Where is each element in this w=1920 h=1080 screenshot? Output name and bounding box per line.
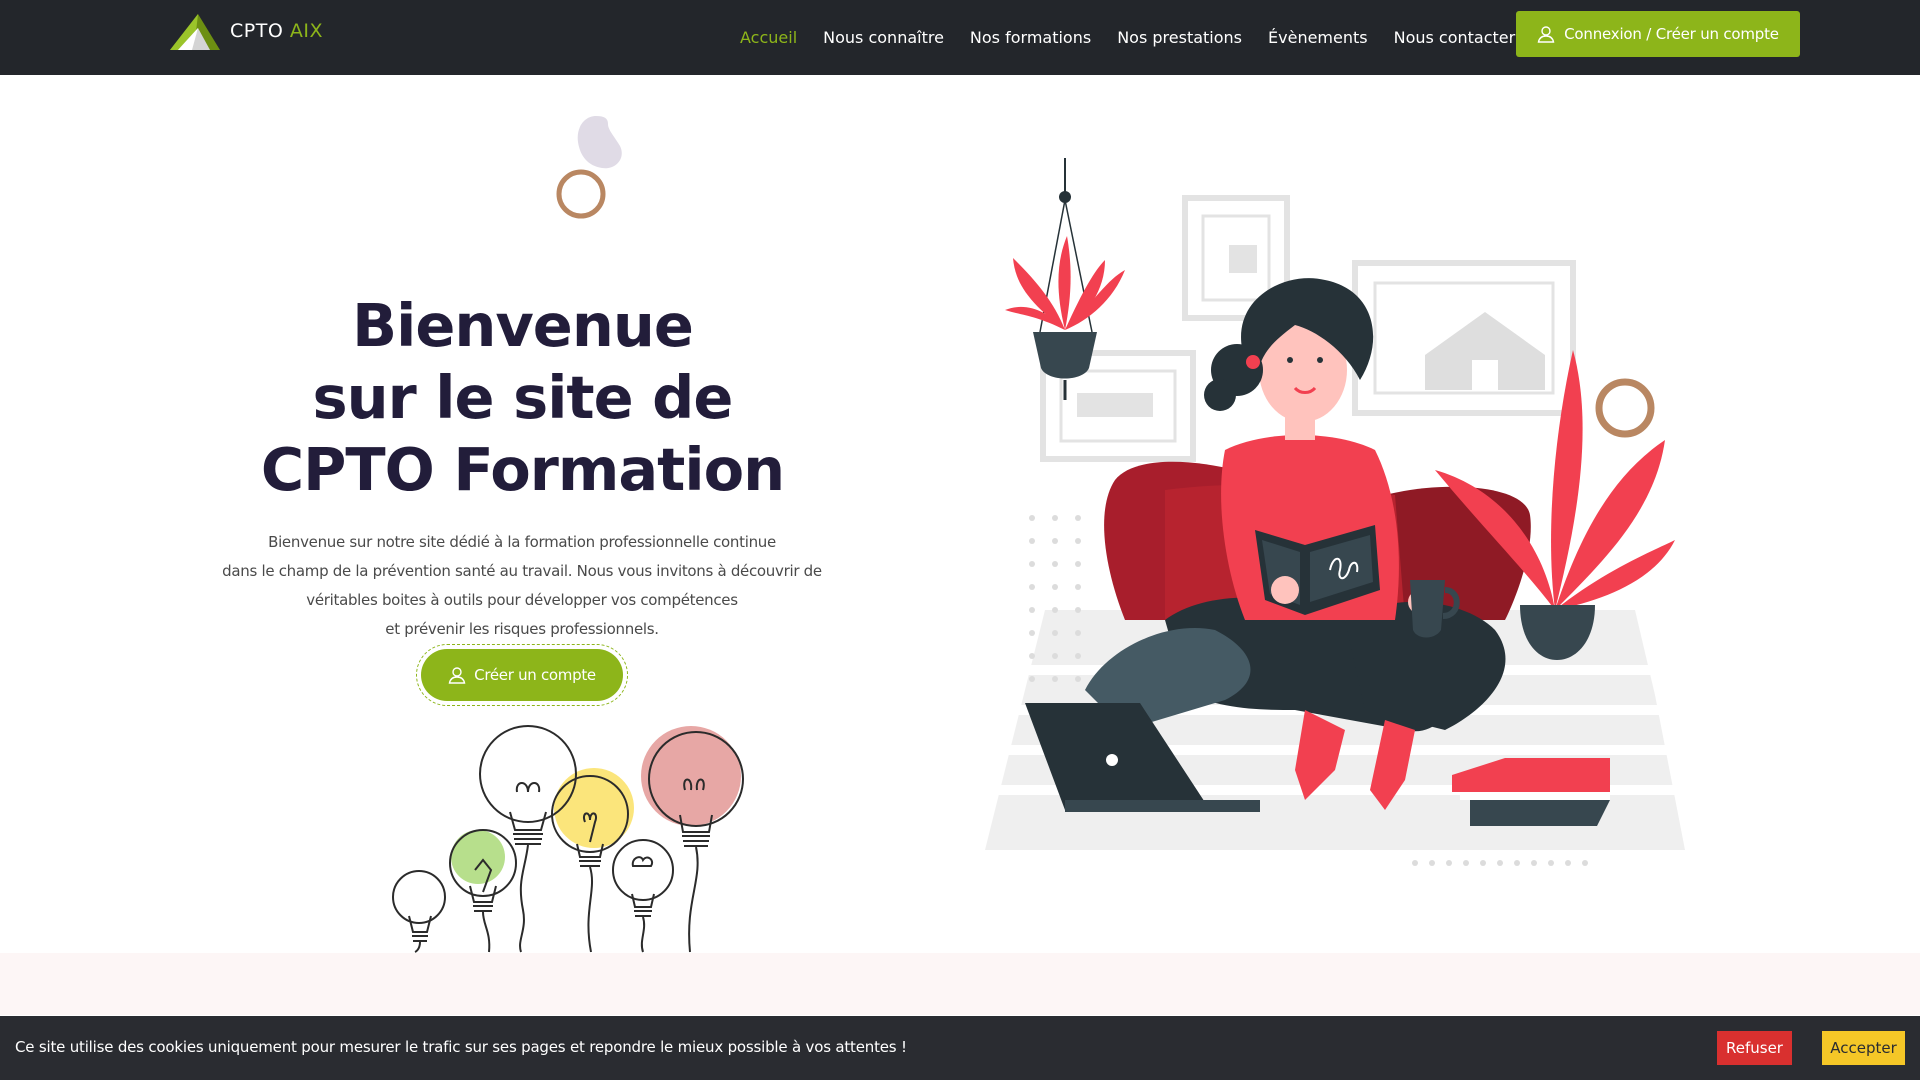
login-button[interactable]: Connexion / Créer un compte: [1516, 11, 1800, 57]
page-title: Bienvenue sur le site de CPTO Formation: [230, 290, 815, 506]
nav-item-evenements[interactable]: Évènements: [1268, 28, 1368, 47]
nav-item-nos-formations[interactable]: Nos formations: [970, 28, 1091, 47]
next-section-band: [0, 953, 1920, 1015]
decorative-shapes: [556, 116, 622, 219]
hero-description-line-1: Bienvenue sur notre site dédié à la form…: [268, 533, 776, 551]
woman-reading-illustration: [985, 158, 1685, 866]
page-title-line-1: Bienvenue: [352, 291, 694, 360]
logo-text-accent: AIX: [289, 20, 323, 42]
page-title-line-3: CPTO Formation: [260, 435, 785, 504]
create-account-button[interactable]: Créer un compte: [421, 649, 623, 701]
hero-description: Bienvenue sur notre site dédié à la form…: [222, 528, 822, 644]
create-account-button-label: Créer un compte: [474, 666, 596, 684]
login-button-label: Connexion / Créer un compte: [1564, 25, 1779, 43]
nav-item-nos-prestations[interactable]: Nos prestations: [1117, 28, 1242, 47]
accept-cookies-button[interactable]: Accepter: [1822, 1031, 1905, 1065]
logo-text-main: CPTO: [230, 20, 284, 42]
nav-item-nous-connaitre[interactable]: Nous connaître: [823, 28, 944, 47]
site-header: CPTO AIX Accueil Nous connaître Nos form…: [0, 0, 1920, 75]
user-icon: [448, 667, 466, 684]
nav-item-accueil[interactable]: Accueil: [740, 28, 797, 47]
cookie-consent-text: Ce site utilise des cookies uniquement p…: [15, 1038, 907, 1056]
main-nav: Accueil Nous connaître Nos formations No…: [740, 0, 1541, 75]
cookie-consent-bar: Ce site utilise des cookies uniquement p…: [0, 1016, 1920, 1080]
hero-description-line-2: dans le champ de la prévention santé au …: [222, 562, 822, 580]
page-title-line-2: sur le site de: [312, 363, 734, 432]
user-icon: [1537, 26, 1555, 43]
site-logo[interactable]: CPTO AIX: [168, 9, 323, 53]
lightbulbs-illustration: [392, 725, 744, 953]
refuse-cookies-button[interactable]: Refuser: [1717, 1031, 1792, 1065]
logo-mountain-icon: [170, 14, 220, 50]
nav-item-nous-contacter[interactable]: Nous contacter: [1394, 28, 1516, 47]
hero-description-line-4: et prévenir les risques professionnels.: [385, 620, 659, 638]
logo-text: CPTO AIX: [230, 20, 323, 42]
hero-description-line-3: véritables boites à outils pour développ…: [306, 591, 738, 609]
